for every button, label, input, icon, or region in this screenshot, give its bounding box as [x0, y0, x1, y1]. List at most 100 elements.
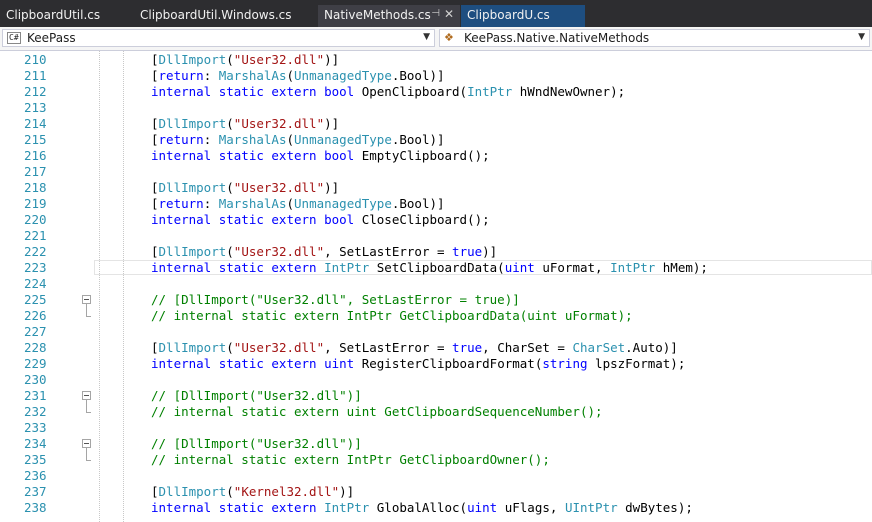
line-number: 237 [24, 484, 47, 499]
chevron-down-icon[interactable]: ▼ [423, 32, 430, 42]
project-dropdown[interactable]: C# KeePass ▼ [2, 29, 435, 47]
code-token: ( [286, 68, 295, 83]
code-token: [ [151, 340, 159, 355]
fold-end-marker [86, 460, 91, 461]
code-line[interactable]: 224 [0, 276, 872, 292]
code-text: [DllImport("User32.dll", SetLastError = … [151, 340, 678, 356]
code-token: .Bool)] [391, 68, 445, 83]
code-token: [ [151, 244, 159, 259]
pin-icon[interactable]: ⊣ [431, 8, 440, 19]
collapse-icon[interactable] [82, 439, 91, 448]
code-line[interactable]: 231 // [DllImport("User32.dll")] [0, 388, 872, 404]
code-token: "User32.dll" [233, 340, 325, 355]
code-text: internal static extern IntPtr GlobalAllo… [151, 500, 693, 516]
line-number: 223 [24, 260, 47, 275]
code-token: ( [226, 116, 234, 131]
code-token: internal static extern [151, 260, 325, 275]
code-token: RegisterClipboardFormat( [354, 356, 543, 371]
code-line[interactable]: 219 [return: MarshalAs(UnmanagedType.Bool… [0, 196, 872, 212]
code-line[interactable]: 210 [DllImport("User32.dll")] [0, 52, 872, 68]
code-line[interactable]: 217 [0, 164, 872, 180]
line-number: 217 [24, 164, 47, 179]
document-tab-bar: ClipboardUtil.cs ClipboardUtil.Windows.c… [0, 0, 872, 27]
code-token: ( [286, 132, 295, 147]
code-line[interactable]: 211 [return: MarshalAs(UnmanagedType.Bool… [0, 68, 872, 84]
code-token: hWndNewOwner); [512, 84, 626, 99]
code-line[interactable]: 237 [DllImport("Kernel32.dll")] [0, 484, 872, 500]
code-line[interactable]: 228 [DllImport("User32.dll", SetLastError… [0, 340, 872, 356]
code-line[interactable]: 230 [0, 372, 872, 388]
code-line[interactable]: 236 [0, 468, 872, 484]
code-token: // internal static extern IntPtr GetClip… [151, 308, 633, 323]
fold-end-marker [86, 316, 91, 317]
code-text: // [DllImport("User32.dll", SetLastError… [151, 292, 520, 308]
code-token: DllImport [158, 340, 227, 355]
tab-clipboardu[interactable]: ClipboardU.cs [461, 5, 585, 27]
code-token: true [452, 244, 483, 259]
code-token: UnmanagedType [294, 196, 392, 211]
code-line[interactable]: 227 [0, 324, 872, 340]
code-line[interactable]: 238 internal static extern IntPtr GlobalA… [0, 500, 872, 516]
code-token: lpszFormat); [587, 356, 686, 371]
code-line[interactable]: 222 [DllImport("User32.dll", SetLastError… [0, 244, 872, 260]
code-text: internal static extern bool OpenClipboar… [151, 84, 625, 100]
code-line[interactable]: 212 internal static extern bool OpenClipb… [0, 84, 872, 100]
code-line[interactable]: 213 [0, 100, 872, 116]
navigation-bar: C# KeePass ▼ ❖ KeePass.Native.NativeMeth… [0, 27, 872, 51]
close-icon[interactable]: ✕ [444, 7, 454, 21]
code-editor[interactable]: 210 [DllImport("User32.dll")] 211 [return: … [0, 51, 872, 522]
code-token: IntPtr [467, 84, 513, 99]
code-token: IntPtr [324, 260, 370, 275]
code-line[interactable]: 232 // internal static extern uint GetCli… [0, 404, 872, 420]
code-token: SetClipboardData( [369, 260, 505, 275]
code-token: ( [226, 484, 234, 499]
tab-label: ClipboardU.cs [467, 8, 550, 22]
tab-nativemethods[interactable]: NativeMethods.cs ⊣ ✕ [318, 5, 460, 27]
code-token: CharSet [572, 340, 626, 355]
code-text: [return: MarshalAs(UnmanagedType.Bool)] [151, 68, 445, 84]
code-token: // [DllImport("User32.dll", SetLastError… [151, 292, 520, 307]
code-token: // [DllImport("User32.dll")] [151, 436, 362, 451]
code-token: [ [151, 180, 159, 195]
code-token: MarshalAs [218, 132, 287, 147]
code-token: uint [467, 500, 498, 515]
code-token: uFlags, [497, 500, 565, 515]
code-token: // [DllImport("User32.dll")] [151, 388, 362, 403]
code-token: )] [339, 484, 355, 499]
code-line[interactable]: 235 // internal static extern IntPtr GetC… [0, 452, 872, 468]
tab-clipboardutil-windows[interactable]: ClipboardUtil.Windows.cs [134, 5, 312, 27]
code-token: : [203, 132, 219, 147]
line-number: 224 [24, 276, 47, 291]
code-token: UnmanagedType [294, 132, 392, 147]
chevron-down-icon[interactable]: ▼ [858, 32, 865, 42]
code-line[interactable]: 215 [return: MarshalAs(UnmanagedType.Bool… [0, 132, 872, 148]
code-line[interactable]: 223 internal static extern IntPtr SetClip… [0, 260, 872, 276]
line-number: 218 [24, 180, 47, 195]
code-token: uFormat, [534, 260, 611, 275]
type-dropdown[interactable]: ❖ KeePass.Native.NativeMethods ▼ [439, 29, 870, 47]
code-line[interactable]: 225 // [DllImport("User32.dll", SetLastEr… [0, 292, 872, 308]
collapse-icon[interactable] [82, 391, 91, 400]
collapse-icon[interactable] [82, 295, 91, 304]
code-line[interactable]: 221 [0, 228, 872, 244]
tab-clipboardutil[interactable]: ClipboardUtil.cs [0, 5, 126, 27]
code-token: .Auto)] [625, 340, 678, 355]
code-line[interactable]: 218 [DllImport("User32.dll")] [0, 180, 872, 196]
line-number: 215 [24, 132, 47, 147]
code-token: DllImport [158, 116, 227, 131]
code-token: [ [151, 196, 159, 211]
code-text: internal static extern uint RegisterClip… [151, 356, 685, 372]
code-token: .Bool)] [391, 132, 445, 147]
code-line[interactable]: 220 internal static extern bool CloseClip… [0, 212, 872, 228]
code-line[interactable]: 216 internal static extern bool EmptyClip… [0, 148, 872, 164]
project-label: KeePass [27, 31, 76, 45]
code-line[interactable]: 226 // internal static extern IntPtr GetC… [0, 308, 872, 324]
fold-end-marker [86, 412, 91, 413]
line-number: 212 [24, 84, 47, 99]
code-line[interactable]: 229 internal static extern uint RegisterC… [0, 356, 872, 372]
code-line[interactable]: 214 [DllImport("User32.dll")] [0, 116, 872, 132]
code-line[interactable]: 233 [0, 420, 872, 436]
code-line[interactable]: 234 // [DllImport("User32.dll")] [0, 436, 872, 452]
code-token: uint [504, 260, 535, 275]
code-text: // internal static extern IntPtr GetClip… [151, 308, 633, 324]
